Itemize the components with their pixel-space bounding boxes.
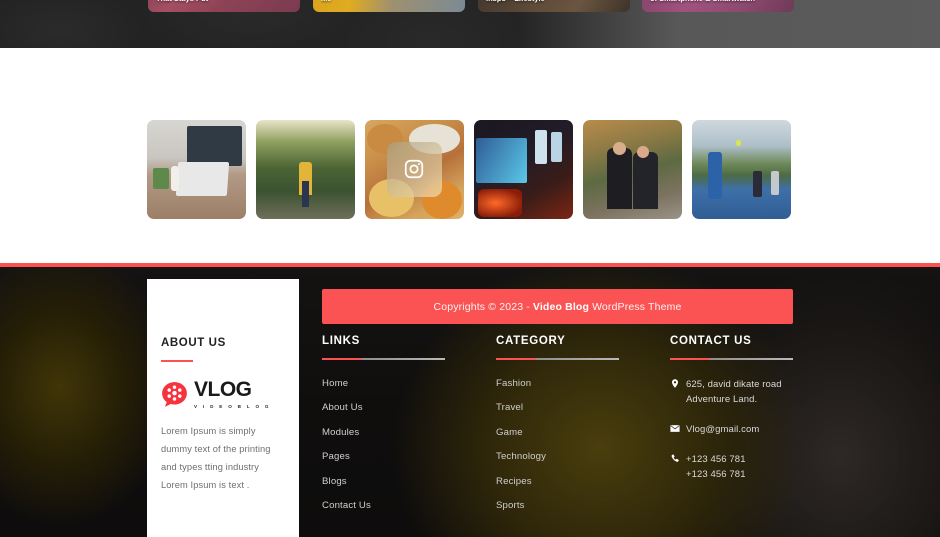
link-contact-us[interactable]: Contact Us	[322, 500, 452, 511]
category-heading: CATEGORY	[496, 335, 566, 347]
top-card-title: Inspo – Lifestyle	[486, 0, 622, 4]
top-card[interactable]: Me	[313, 0, 465, 12]
link-modules[interactable]: Modules	[322, 427, 452, 438]
contact-address-row: 625, david dikate road Adventure Land.	[670, 377, 800, 408]
contact-phone-row: +123 456 781 +123 456 781	[670, 452, 800, 483]
contact-email[interactable]: Vlog@gmail.com	[686, 422, 759, 438]
about-us-text: Lorem Ipsum is simply dummy text of the …	[161, 426, 271, 491]
category-game[interactable]: Game	[496, 427, 626, 438]
gallery-image	[147, 120, 246, 219]
footer-column-links: LINKS Home About Us Modules Pages Blogs …	[322, 335, 452, 525]
site-footer: Copyrights © 2023 - Video Blog WordPress…	[0, 263, 940, 537]
top-card[interactable]: That Stays Put	[148, 0, 300, 12]
copyright-suffix: WordPress Theme	[592, 300, 682, 313]
contact-heading: CONTACT US	[670, 335, 752, 347]
links-underline	[322, 358, 445, 360]
page-root: That Stays Put Me Inspo – Lifestyle of S…	[0, 0, 940, 537]
instagram-icon	[405, 160, 424, 179]
instagram-overlay[interactable]	[386, 141, 443, 198]
category-fashion[interactable]: Fashion	[496, 378, 626, 389]
footer-column-contact: CONTACT US 625, david dikate road Advent…	[670, 335, 800, 497]
about-us-heading: ABOUT US	[161, 337, 226, 349]
top-card[interactable]: of Smartphone & Smartwatch	[642, 0, 794, 12]
gallery-item[interactable]	[365, 120, 464, 219]
gallery-image	[256, 120, 355, 219]
instagram-gallery-section	[0, 48, 940, 263]
top-card-title: That Stays Put	[156, 0, 292, 4]
top-card-strip: That Stays Put Me Inspo – Lifestyle of S…	[0, 0, 940, 16]
footer-column-category: CATEGORY Fashion Travel Game Technology …	[496, 335, 626, 525]
contact-underline	[670, 358, 793, 360]
about-us-card: ABOUT US VLOG V I D E O B L O G Lorem Ip…	[147, 279, 299, 537]
phone-icon	[670, 452, 686, 483]
site-logo[interactable]: VLOG V I D E O B L O G	[161, 379, 285, 409]
category-underline	[496, 358, 619, 360]
gallery-item[interactable]	[692, 120, 791, 219]
address-line-2: Adventure Land.	[686, 394, 758, 406]
contact-address: 625, david dikate road Adventure Land.	[686, 377, 782, 408]
gallery-item[interactable]	[147, 120, 246, 219]
contact-email-row: Vlog@gmail.com	[670, 422, 800, 438]
link-about-us[interactable]: About Us	[322, 402, 452, 413]
links-heading: LINKS	[322, 335, 360, 347]
envelope-icon	[670, 422, 686, 438]
top-card-title: of Smartphone & Smartwatch	[650, 0, 786, 4]
gallery-item[interactable]	[474, 120, 573, 219]
category-technology[interactable]: Technology	[496, 451, 626, 462]
category-travel[interactable]: Travel	[496, 402, 626, 413]
logo-wordmark: VLOG	[194, 378, 252, 401]
top-card[interactable]: Inspo – Lifestyle	[478, 0, 630, 12]
gallery-item[interactable]	[256, 120, 355, 219]
links-list: Home About Us Modules Pages Blogs Contac…	[322, 378, 452, 512]
location-pin-icon	[670, 377, 686, 408]
address-line-1: 625, david dikate road	[686, 378, 782, 390]
category-sports[interactable]: Sports	[496, 500, 626, 511]
category-recipes[interactable]: Recipes	[496, 476, 626, 487]
about-us-underline	[161, 360, 193, 362]
link-pages[interactable]: Pages	[322, 451, 452, 462]
link-blogs[interactable]: Blogs	[322, 476, 452, 487]
contact-phone-1[interactable]: +123 456 781	[686, 452, 746, 468]
copyright-bar: Copyrights © 2023 - Video Blog WordPress…	[322, 289, 793, 324]
contact-list: 625, david dikate road Adventure Land. V…	[670, 377, 800, 483]
top-card-title: Me	[321, 0, 457, 4]
copyright-prefix: Copyrights © 2023 -	[433, 300, 530, 313]
gallery-item[interactable]	[583, 120, 682, 219]
gallery-image	[583, 120, 682, 219]
contact-phone-2[interactable]: +123 456 781	[686, 467, 746, 483]
gallery-image	[692, 120, 791, 219]
gallery-image	[474, 120, 573, 219]
logo-tagline: V I D E O B L O G	[194, 404, 271, 409]
gallery-strip	[147, 120, 791, 219]
category-list: Fashion Travel Game Technology Recipes S…	[496, 378, 626, 512]
film-reel-speech-bubble-icon	[162, 381, 187, 407]
link-home[interactable]: Home	[322, 378, 452, 389]
copyright-brand: Video Blog	[532, 300, 590, 313]
